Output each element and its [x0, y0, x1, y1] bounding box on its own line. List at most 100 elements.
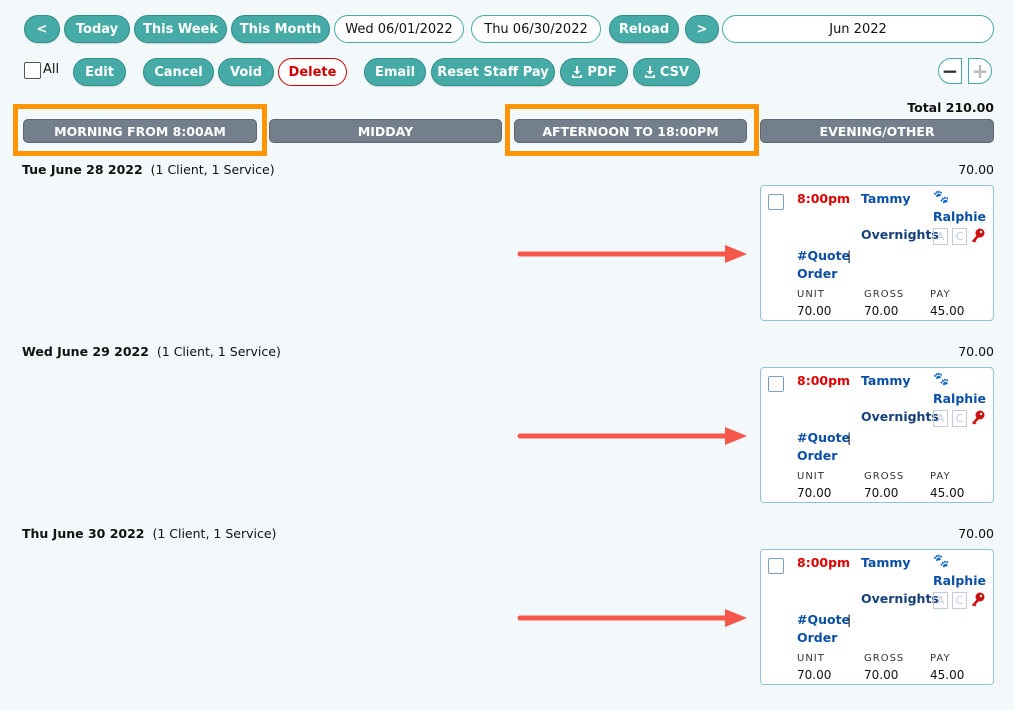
- visit-time[interactable]: 8:00pm: [797, 191, 850, 206]
- pay-value: 45.00: [930, 668, 965, 682]
- day-summary: (1 Client, 1 Service): [150, 162, 275, 177]
- void-button[interactable]: Void: [218, 58, 274, 86]
- quote-link[interactable]: #Quote: [797, 430, 850, 445]
- csv-label: CSV: [659, 64, 690, 80]
- unit-value: 70.00: [797, 668, 832, 682]
- period-header-evening[interactable]: EVENING/OTHER: [760, 119, 994, 143]
- day-date: Wed June 29 2022: [22, 344, 149, 359]
- pay-label: PAY: [930, 471, 951, 482]
- gross-label: GROSS: [864, 289, 905, 300]
- next-button[interactable]: >: [685, 15, 719, 43]
- tag-a-badge[interactable]: A: [933, 228, 948, 245]
- plus-icon: +: [971, 59, 989, 83]
- unit-label: UNIT: [797, 289, 825, 300]
- service-link[interactable]: Overnights: [861, 227, 939, 242]
- quote-link[interactable]: #Quote: [797, 612, 850, 627]
- reload-button[interactable]: Reload: [609, 15, 679, 43]
- day-summary: (1 Client, 1 Service): [156, 344, 281, 359]
- select-all-checkbox[interactable]: [24, 62, 41, 79]
- pet-link[interactable]: Ralphie: [933, 391, 986, 406]
- pay-value: 45.00: [930, 304, 965, 318]
- chevron-right-icon: >: [696, 21, 708, 37]
- pay-label: PAY: [930, 289, 951, 300]
- pay-value: 45.00: [930, 486, 965, 500]
- this-month-button[interactable]: This Month: [231, 15, 330, 43]
- paw-icon: 🐾: [933, 554, 950, 569]
- period-display[interactable]: Jun 2022: [722, 15, 994, 43]
- minus-icon: −: [941, 59, 959, 83]
- day-date: Thu June 30 2022: [22, 526, 145, 541]
- gross-label: GROSS: [864, 471, 905, 482]
- staff-link[interactable]: Tammy: [861, 373, 911, 388]
- download-icon: [572, 66, 583, 78]
- annotation-arrow: [517, 245, 747, 263]
- day-date: Tue June 28 2022: [22, 162, 143, 177]
- day-total: 70.00: [958, 526, 994, 541]
- visit-checkbox[interactable]: [768, 558, 784, 574]
- reset-staff-pay-button[interactable]: Reset Staff Pay: [431, 58, 555, 86]
- unit-label: UNIT: [797, 471, 825, 482]
- visit-time[interactable]: 8:00pm: [797, 373, 850, 388]
- period-header-morning[interactable]: MORNING FROM 8:00AM: [23, 119, 257, 143]
- edit-button[interactable]: Edit: [73, 58, 126, 86]
- visit-checkbox[interactable]: [768, 376, 784, 392]
- day-summary: (1 Client, 1 Service): [152, 526, 277, 541]
- gross-label: GROSS: [864, 653, 905, 664]
- visit-checkbox[interactable]: [768, 194, 784, 210]
- today-button[interactable]: Today: [64, 15, 130, 43]
- link-separator: |: [847, 612, 852, 627]
- delete-button[interactable]: Delete: [278, 58, 347, 86]
- day-header: Wed June 29 2022 (1 Client, 1 Service): [22, 344, 281, 359]
- tag-a-badge[interactable]: A: [933, 410, 948, 427]
- visit-card[interactable]: 8:00pm Tammy 🐾 Ralphie Overnights A C #Q…: [760, 185, 994, 321]
- order-link[interactable]: Order: [797, 630, 837, 645]
- staff-link[interactable]: Tammy: [861, 555, 911, 570]
- zoom-in-button[interactable]: +: [968, 58, 992, 84]
- period-header-afternoon[interactable]: AFTERNOON TO 18:00PM: [514, 119, 747, 143]
- visit-time[interactable]: 8:00pm: [797, 555, 850, 570]
- annotation-arrow: [517, 427, 747, 445]
- visit-card[interactable]: 8:00pm Tammy 🐾 Ralphie Overnights A C #Q…: [760, 549, 994, 685]
- pay-label: PAY: [930, 653, 951, 664]
- grand-total: Total 210.00: [907, 100, 994, 115]
- tag-c-badge[interactable]: C: [952, 228, 967, 245]
- order-link[interactable]: Order: [797, 448, 837, 463]
- gross-value: 70.00: [864, 486, 899, 500]
- csv-download-button[interactable]: CSV: [633, 58, 700, 86]
- key-icon[interactable]: [971, 592, 985, 608]
- chevron-left-icon: <: [36, 21, 48, 37]
- unit-label: UNIT: [797, 653, 825, 664]
- tag-a-badge[interactable]: A: [933, 592, 948, 609]
- zoom-out-button[interactable]: −: [938, 58, 962, 84]
- pet-link[interactable]: Ralphie: [933, 573, 986, 588]
- paw-icon: 🐾: [933, 372, 950, 387]
- service-link[interactable]: Overnights: [861, 409, 939, 424]
- link-separator: |: [847, 248, 852, 263]
- key-icon[interactable]: [971, 228, 985, 244]
- quote-link[interactable]: #Quote: [797, 248, 850, 263]
- staff-link[interactable]: Tammy: [861, 191, 911, 206]
- period-header-midday[interactable]: MIDDAY: [269, 119, 502, 143]
- unit-value: 70.00: [797, 486, 832, 500]
- service-link[interactable]: Overnights: [861, 591, 939, 606]
- this-week-button[interactable]: This Week: [134, 15, 227, 43]
- end-date-input[interactable]: Thu 06/30/2022: [471, 15, 601, 43]
- start-date-input[interactable]: Wed 06/01/2022: [334, 15, 464, 43]
- day-header: Tue June 28 2022 (1 Client, 1 Service): [22, 162, 275, 177]
- pdf-download-button[interactable]: PDF: [560, 58, 628, 86]
- visit-card[interactable]: 8:00pm Tammy 🐾 Ralphie Overnights A C #Q…: [760, 367, 994, 503]
- key-icon[interactable]: [971, 410, 985, 426]
- email-button[interactable]: Email: [364, 58, 426, 86]
- link-separator: |: [847, 430, 852, 445]
- day-header: Thu June 30 2022 (1 Client, 1 Service): [22, 526, 276, 541]
- order-link[interactable]: Order: [797, 266, 837, 281]
- gross-value: 70.00: [864, 668, 899, 682]
- pet-link[interactable]: Ralphie: [933, 209, 986, 224]
- prev-button[interactable]: <: [24, 15, 60, 43]
- tag-c-badge[interactable]: C: [952, 410, 967, 427]
- download-icon: [644, 66, 655, 78]
- cancel-button[interactable]: Cancel: [143, 58, 214, 86]
- tag-c-badge[interactable]: C: [952, 592, 967, 609]
- select-all-label: All: [43, 62, 60, 77]
- unit-value: 70.00: [797, 304, 832, 318]
